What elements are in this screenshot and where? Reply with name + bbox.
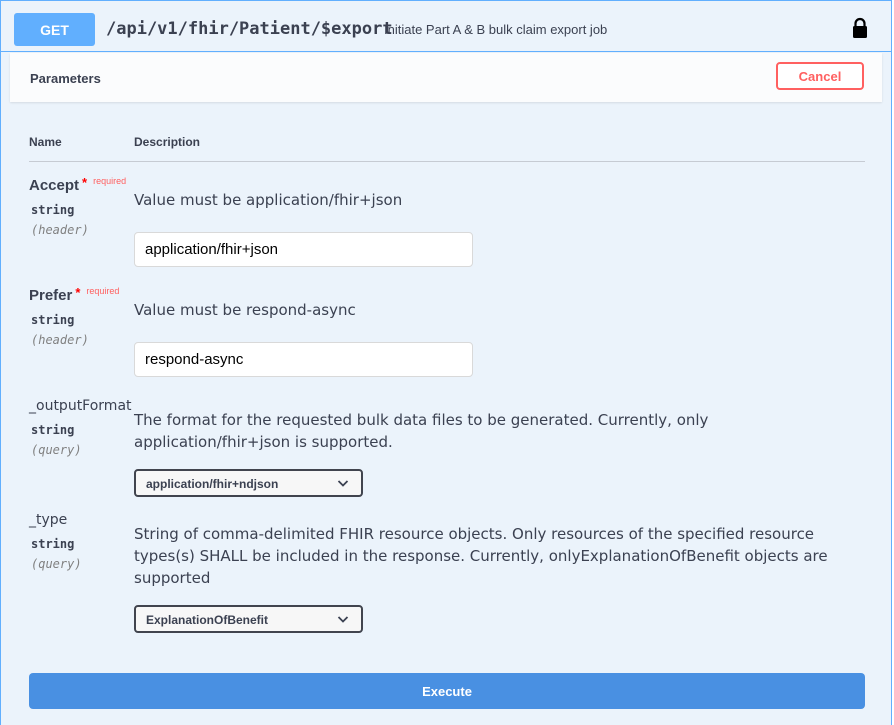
- parameters-header: Parameters Cancel: [10, 53, 882, 102]
- column-header-name: Name: [29, 135, 62, 149]
- param-description: Value must be respond-async: [134, 301, 356, 319]
- param-name: _outputFormat: [29, 398, 132, 414]
- param-location: (query): [31, 557, 82, 571]
- accept-input[interactable]: [134, 232, 473, 267]
- param-location: (header): [31, 223, 89, 237]
- param-type: string: [31, 537, 75, 551]
- output-format-select[interactable]: application/fhir+ndjson: [134, 469, 363, 497]
- required-label: required: [93, 176, 127, 186]
- param-name: Accept * required: [29, 175, 127, 194]
- param-type: string: [31, 423, 75, 437]
- operation-summary[interactable]: GET /api/v1/fhir/Patient/$export Initiat…: [1, 1, 891, 52]
- param-name-text: Prefer: [29, 287, 73, 304]
- execute-button[interactable]: Execute: [29, 673, 865, 709]
- parameters-title: Parameters: [30, 71, 101, 86]
- param-description: The format for the requested bulk data f…: [134, 411, 709, 451]
- http-method-badge: GET: [14, 13, 95, 46]
- lock-icon[interactable]: [851, 17, 869, 39]
- column-header-description: Description: [134, 135, 201, 149]
- required-star: *: [75, 285, 81, 300]
- param-name-text: Accept: [29, 177, 80, 194]
- param-location: (header): [31, 333, 89, 347]
- param-name: Prefer * required: [29, 285, 120, 304]
- chevron-down-icon: [337, 616, 349, 623]
- param-description: String of comma-delimited FHIR resource …: [134, 525, 828, 587]
- param-type: string: [31, 203, 75, 217]
- chevron-down-icon: [337, 480, 349, 487]
- endpoint-path: /api/v1/fhir/Patient/$export: [106, 19, 393, 39]
- param-location: (query): [31, 443, 82, 457]
- param-name: _type: [29, 512, 68, 528]
- type-select[interactable]: ExplanationOfBenefit: [134, 605, 363, 633]
- prefer-input[interactable]: [134, 342, 473, 377]
- endpoint-description: Initiate Part A & B bulk claim export jo…: [384, 22, 608, 37]
- select-value: application/fhir+ndjson: [146, 477, 279, 491]
- required-label: required: [86, 286, 120, 296]
- header-divider: [29, 161, 865, 162]
- select-value: ExplanationOfBenefit: [146, 613, 269, 627]
- required-star: *: [82, 175, 88, 190]
- param-type: string: [31, 313, 75, 327]
- cancel-button[interactable]: Cancel: [776, 62, 864, 90]
- param-description: Value must be application/fhir+json: [134, 191, 403, 209]
